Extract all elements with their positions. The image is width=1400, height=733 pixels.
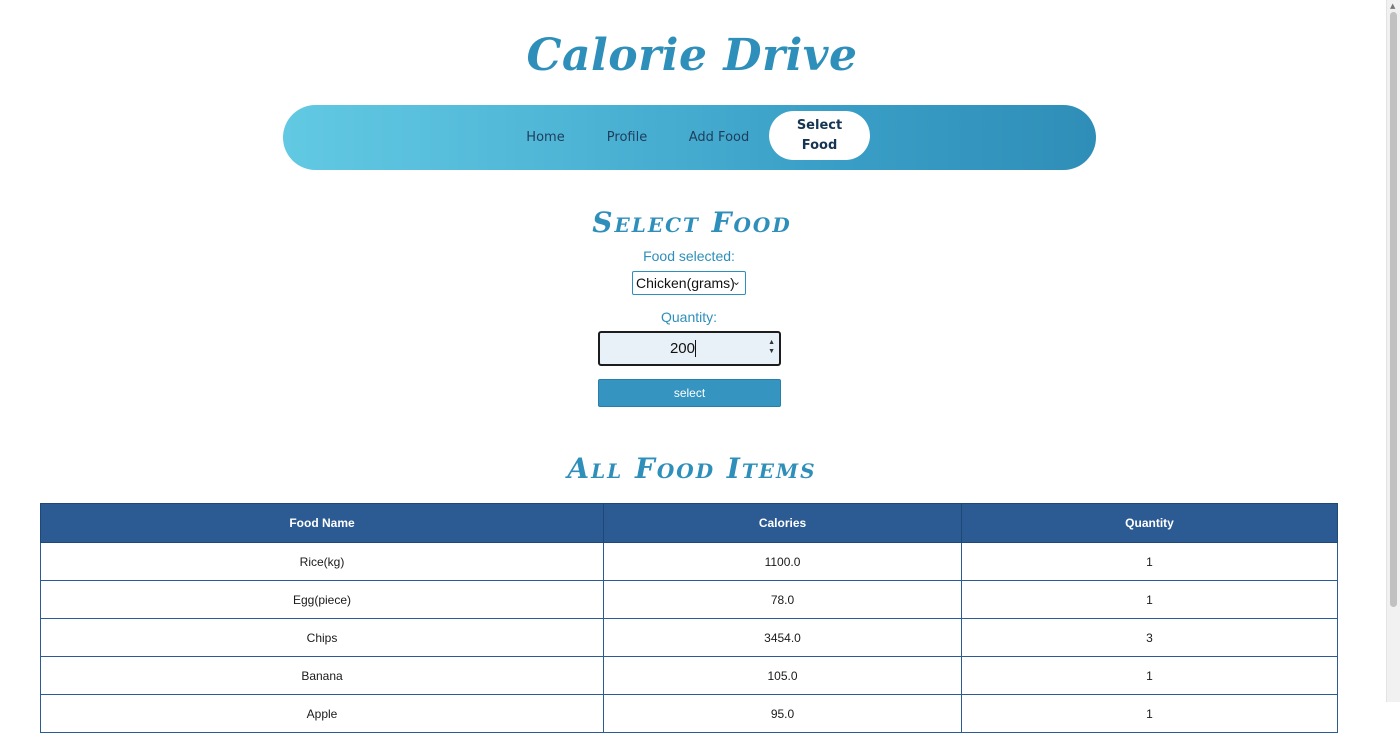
spinner-arrows-icon[interactable]: ▲ ▼ — [768, 338, 775, 356]
column-header-food-name: Food Name — [40, 503, 604, 543]
all-food-items-heading: All Food Items — [567, 452, 817, 485]
cell-quantity: 1 — [961, 694, 1338, 733]
select-food-heading: Select Food — [592, 206, 792, 239]
cell-calories: 105.0 — [603, 656, 962, 695]
cell-quantity: 3 — [961, 618, 1338, 657]
main-navbar: Home Profile Add Food Select Food — [283, 105, 1096, 170]
cell-food-name: Chips — [40, 618, 604, 657]
cell-food-name: Apple — [40, 694, 604, 733]
cell-food-name: Banana — [40, 656, 604, 695]
cell-calories: 78.0 — [603, 580, 962, 619]
chevron-down-icon: ⌄ — [731, 276, 741, 288]
app-title: Calorie Drive — [526, 30, 858, 81]
food-select-value: Chicken(grams) — [636, 275, 735, 291]
cell-calories: 3454.0 — [603, 618, 962, 657]
cell-calories: 1100.0 — [603, 542, 962, 581]
nav-profile[interactable]: Profile — [603, 105, 651, 170]
food-items-table: Food Name Calories Quantity Rice(kg) 110… — [40, 503, 1338, 733]
cell-food-name: Egg(piece) — [40, 580, 604, 619]
food-selected-label: Food selected: — [643, 248, 735, 264]
select-button[interactable]: select — [598, 379, 781, 407]
table-header-row: Food Name Calories Quantity — [40, 503, 1338, 543]
scroll-up-arrow-icon[interactable]: ▲ — [1390, 2, 1395, 10]
food-select-dropdown[interactable]: Chicken(grams) ⌄ — [632, 271, 746, 295]
table-row: Rice(kg) 1100.0 1 — [40, 542, 1338, 581]
text-cursor — [695, 340, 696, 357]
nav-add-food[interactable]: Add Food — [687, 105, 751, 170]
nav-home[interactable]: Home — [523, 105, 568, 170]
column-header-quantity: Quantity — [961, 503, 1338, 543]
table-row: Apple 95.0 1 — [40, 694, 1338, 733]
nav-select-food[interactable]: Select Food — [769, 111, 870, 160]
table-row: Chips 3454.0 3 — [40, 618, 1338, 657]
cell-quantity: 1 — [961, 542, 1338, 581]
quantity-value: 200 — [669, 340, 695, 357]
vertical-scrollbar[interactable]: ▲ — [1386, 0, 1400, 702]
table-row: Egg(piece) 78.0 1 — [40, 580, 1338, 619]
quantity-input[interactable]: 200 ▲ ▼ — [598, 331, 781, 366]
table-row: Banana 105.0 1 — [40, 656, 1338, 695]
nav-select-food-label: Select Food — [796, 117, 843, 153]
cell-food-name: Rice(kg) — [40, 542, 604, 581]
cell-calories: 95.0 — [603, 694, 962, 733]
cell-quantity: 1 — [961, 580, 1338, 619]
column-header-calories: Calories — [603, 503, 962, 543]
cell-quantity: 1 — [961, 656, 1338, 695]
quantity-label: Quantity: — [660, 309, 718, 325]
scrollbar-thumb[interactable] — [1390, 12, 1397, 607]
